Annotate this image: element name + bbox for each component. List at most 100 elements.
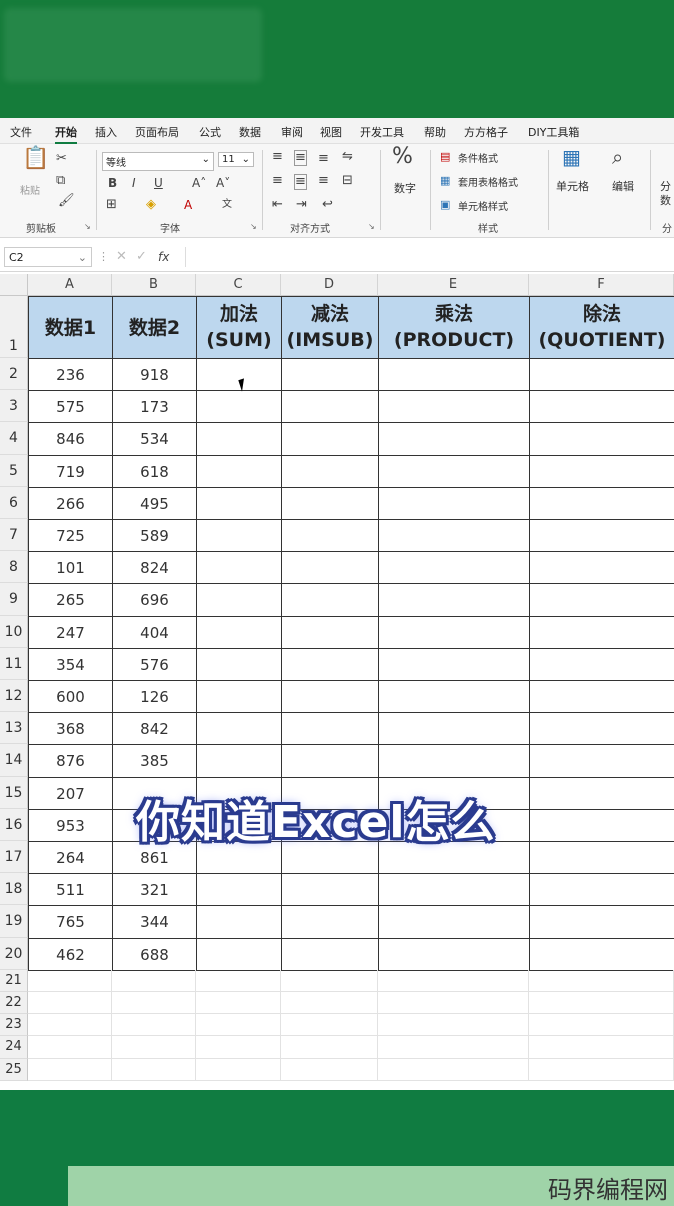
cell-A16[interactable]: 953 [28, 808, 113, 842]
cell-B11[interactable]: 576 [112, 647, 197, 681]
phonetic-icon[interactable]: 文 [222, 198, 232, 212]
row-header[interactable]: 7 [0, 519, 28, 552]
cell-D8[interactable] [281, 551, 379, 585]
cell-B8[interactable]: 824 [112, 551, 197, 585]
cell-B9[interactable]: 696 [112, 583, 197, 617]
empty-cell[interactable] [196, 992, 281, 1015]
cell-E3[interactable] [378, 390, 530, 424]
empty-cell[interactable] [529, 1014, 674, 1037]
cell-F18[interactable] [529, 873, 674, 907]
empty-cell[interactable] [28, 1036, 112, 1059]
header-cell-C[interactable]: 加法 (SUM) [196, 296, 282, 359]
cell-A4[interactable]: 846 [28, 422, 113, 456]
orientation-icon[interactable]: ⇋ [342, 150, 353, 164]
header-cell-B[interactable]: 数据2 [112, 296, 197, 359]
cell-F16[interactable] [529, 808, 674, 842]
cell-F6[interactable] [529, 486, 674, 520]
cell-style-button[interactable]: 单元格样式 [458, 198, 508, 213]
cell-F12[interactable] [529, 680, 674, 714]
bold-icon[interactable]: B [108, 176, 117, 190]
cell-E2[interactable] [378, 358, 530, 392]
clipboard-launcher-icon[interactable]: ↘ [84, 222, 91, 231]
empty-cell[interactable] [112, 1058, 196, 1081]
cells-button[interactable]: 单元格 [556, 178, 589, 194]
empty-cell[interactable] [529, 992, 674, 1015]
cell-B19[interactable]: 344 [112, 905, 197, 939]
confirm-icon[interactable]: ✓ [136, 250, 147, 264]
tab-2[interactable]: 插入 [95, 124, 117, 140]
align-bottom-icon[interactable]: ≡ [318, 152, 329, 166]
cells-icon[interactable]: ▦ [562, 147, 581, 167]
cell-F15[interactable] [529, 776, 674, 810]
cell-C14[interactable] [196, 744, 282, 778]
empty-cell[interactable] [529, 969, 674, 992]
cell-E14[interactable] [378, 744, 530, 778]
cell-A17[interactable]: 264 [28, 841, 113, 875]
formula-input[interactable] [185, 247, 670, 267]
cell-F20[interactable] [529, 937, 674, 971]
column-header-E[interactable]: E [378, 274, 529, 296]
empty-cell[interactable] [112, 992, 196, 1015]
align-center-icon[interactable]: ≡ [294, 174, 307, 190]
cell-D3[interactable] [281, 390, 379, 424]
split-button-line2[interactable]: 数 [660, 192, 671, 208]
border-icon[interactable]: ⊞ [106, 198, 117, 212]
cell-C12[interactable] [196, 680, 282, 714]
tab-6[interactable]: 审阅 [281, 124, 303, 140]
header-cell-A[interactable]: 数据1 [28, 296, 113, 359]
row-header[interactable]: 10 [0, 615, 28, 648]
cell-C6[interactable] [196, 486, 282, 520]
row-header[interactable]: 15 [0, 776, 28, 809]
cell-C13[interactable] [196, 712, 282, 746]
cell-C11[interactable] [196, 647, 282, 681]
cell-D18[interactable] [281, 873, 379, 907]
empty-cell[interactable] [378, 1036, 529, 1059]
empty-cell[interactable] [196, 1058, 281, 1081]
tab-4[interactable]: 公式 [199, 124, 221, 140]
cell-E12[interactable] [378, 680, 530, 714]
empty-cell[interactable] [28, 1014, 112, 1037]
cell-C7[interactable] [196, 519, 282, 553]
cell-C10[interactable] [196, 615, 282, 649]
cell-E5[interactable] [378, 454, 530, 488]
insert-function-icon[interactable]: fx [158, 250, 169, 264]
cell-A8[interactable]: 101 [28, 551, 113, 585]
cell-D4[interactable] [281, 422, 379, 456]
table-format-icon[interactable]: ▦ [440, 174, 450, 188]
font-size-select[interactable]: 11 ⌄ [218, 152, 254, 167]
cell-E9[interactable] [378, 583, 530, 617]
cell-F8[interactable] [529, 551, 674, 585]
cell-B13[interactable]: 842 [112, 712, 197, 746]
empty-cell[interactable] [196, 969, 281, 992]
align-middle-icon[interactable]: ≡ [294, 150, 307, 166]
cell-E4[interactable] [378, 422, 530, 456]
header-cell-E[interactable]: 乘法 (PRODUCT) [378, 296, 530, 359]
align-launcher-icon[interactable]: ↘ [368, 222, 375, 231]
row-header[interactable]: 8 [0, 551, 28, 584]
column-header-D[interactable]: D [281, 274, 378, 296]
cell-A9[interactable]: 265 [28, 583, 113, 617]
empty-cell[interactable] [378, 992, 529, 1015]
select-all-corner[interactable] [0, 274, 28, 296]
cell-A11[interactable]: 354 [28, 647, 113, 681]
cell-B7[interactable]: 589 [112, 519, 197, 553]
cell-F10[interactable] [529, 615, 674, 649]
align-right-icon[interactable]: ≡ [318, 174, 329, 188]
row-header[interactable]: 17 [0, 841, 28, 874]
empty-cell[interactable] [112, 1014, 196, 1037]
font-color-icon[interactable]: A [184, 198, 192, 212]
cell-F14[interactable] [529, 744, 674, 778]
empty-cell[interactable] [28, 992, 112, 1015]
cell-C20[interactable] [196, 937, 282, 971]
tab-7[interactable]: 视图 [320, 124, 342, 140]
cell-D5[interactable] [281, 454, 379, 488]
cell-A18[interactable]: 511 [28, 873, 113, 907]
cell-D13[interactable] [281, 712, 379, 746]
column-header-A[interactable]: A [28, 274, 112, 296]
cell-C19[interactable] [196, 905, 282, 939]
header-cell-D[interactable]: 减法 (IMSUB) [281, 296, 379, 359]
tab-3[interactable]: 页面布局 [135, 124, 179, 140]
cell-F17[interactable] [529, 841, 674, 875]
cell-F7[interactable] [529, 519, 674, 553]
empty-cell[interactable] [196, 1036, 281, 1059]
